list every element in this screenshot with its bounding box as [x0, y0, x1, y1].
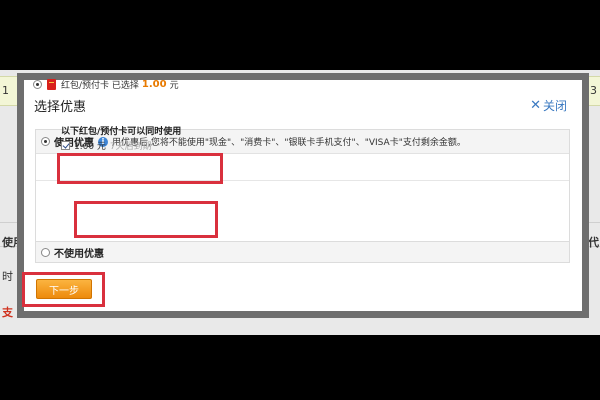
red-packet-card-option[interactable]: 红包/预付卡 已选择 1.00 元: [33, 78, 179, 91]
coupon-expiry: 7天后到期: [109, 142, 152, 152]
card-selected-amount: 1.00: [141, 79, 167, 90]
section-divider: [36, 180, 569, 181]
next-step-button[interactable]: 下一步: [36, 279, 92, 299]
card-label: 红包/预付卡 已选择: [61, 81, 139, 91]
no-discount-radio[interactable]: [41, 247, 50, 257]
card-radio[interactable]: [33, 80, 42, 89]
background-text-fragment: 代: [588, 236, 599, 249]
close-label[interactable]: 关闭: [543, 97, 567, 114]
red-packet-icon: [47, 79, 56, 90]
coupon-checkbox[interactable]: [61, 141, 70, 150]
dialog-title: 选择优惠: [34, 100, 87, 115]
close-icon[interactable]: ✕: [530, 98, 541, 113]
background-text-fragment: 支: [2, 306, 13, 319]
background-text-fragment: 3: [590, 84, 597, 97]
coupon-list-title: 以下红包/预付卡可以同时使用: [61, 127, 182, 137]
background-text-fragment: 时: [2, 270, 13, 283]
background-text-fragment: 1: [2, 84, 9, 97]
close-button[interactable]: ✕ 关闭: [530, 97, 567, 114]
discount-dialog: 选择优惠 ✕ 关闭 使用优惠 i 用优惠后,您将不能使用"现金"、"消费卡"、"…: [24, 80, 582, 311]
coupon-list-item[interactable]: 1.00 元 7天后到期: [61, 139, 152, 152]
no-discount-option[interactable]: 不使用优惠: [35, 241, 570, 263]
no-discount-label: 不使用优惠: [54, 248, 104, 260]
card-unit: 元: [169, 81, 179, 91]
use-discount-radio[interactable]: [41, 137, 50, 146]
coupon-amount: 1.00 元: [74, 142, 106, 152]
